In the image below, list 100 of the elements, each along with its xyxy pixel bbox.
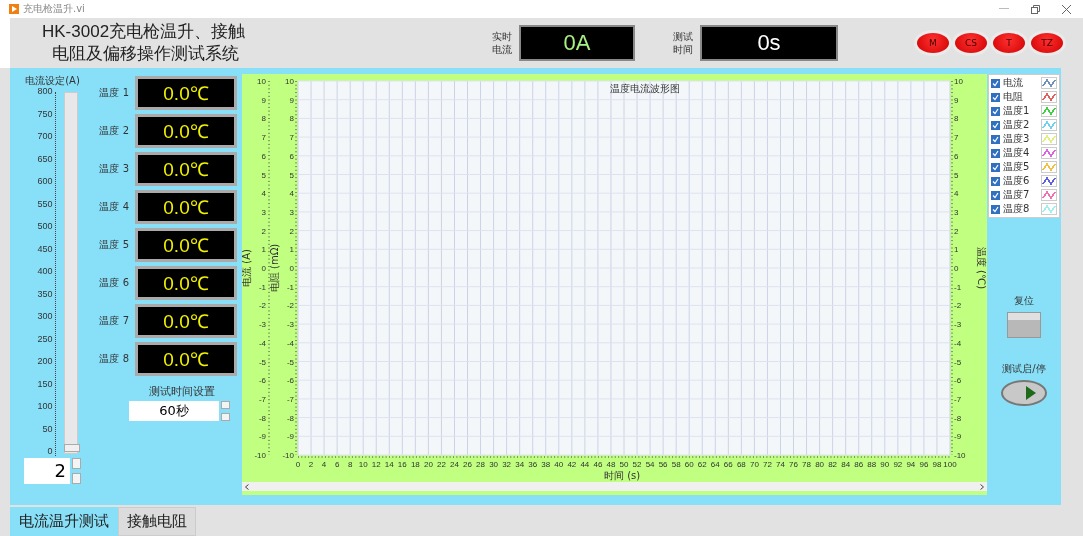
scale-label: 100 [37,401,53,411]
legend-label: 温度3 [1003,132,1031,146]
legend-checkbox[interactable] [991,162,1000,172]
start-stop-button[interactable] [1001,380,1047,406]
tick-label: -2 [954,301,962,311]
tick-label: -6 [954,376,962,386]
tick-label: -8 [954,413,962,423]
tick-label: 20 [423,460,433,469]
legend-label: 电阻 [1003,90,1024,104]
tick-label: 9 [289,95,294,105]
scale-label: 550 [37,198,53,209]
legend-checkbox[interactable] [991,92,1000,102]
tick-label: 1 [289,245,294,255]
temperature-display: 0.0℃ [135,228,237,262]
tick-label: 9 [954,95,959,105]
time-setting-label: 测试时间设置 [149,384,216,399]
tick-label: 38 [541,460,551,469]
tick-label: 4 [289,189,294,199]
tick-label: 3 [954,207,959,217]
button-label: 复位 [1014,294,1034,308]
temperature-display: 0.0℃ [135,190,237,224]
legend-checkbox[interactable] [991,204,1000,214]
scale-label: 0 [47,446,53,456]
led-indicator[interactable]: T [993,33,1025,53]
tick-label: 54 [645,460,655,469]
tick-label: 6 [954,151,959,161]
slider-label: 电流设定(A) [25,74,80,88]
legend-checkbox[interactable] [991,176,1000,186]
tick-label: 7 [954,133,959,143]
temperature-display: 0.0℃ [135,76,237,110]
tick-label: 1 [261,245,266,255]
tick-label: -5 [258,357,266,367]
tick-label: 42 [567,460,577,469]
legend-checkbox[interactable] [991,148,1000,158]
temperature-label: 温度 2 [98,124,129,138]
tick-label: 14 [384,460,394,469]
legend-label: 温度4 [1003,146,1031,160]
temperature-label: 温度 8 [98,352,129,366]
legend-checkbox[interactable] [991,78,1000,88]
window-title: 充电枪温升.vi [23,2,85,16]
legend-checkbox[interactable] [991,120,1000,130]
temperature-label: 温度 5 [98,238,129,252]
scale-label: 150 [37,378,53,389]
tab[interactable]: 接触电阻 [118,507,196,536]
tick-label: -7 [286,394,294,404]
temperature-display: 0.0℃ [135,266,237,300]
tick-label: 9 [261,95,266,105]
app-icon [9,4,19,14]
legend-checkbox[interactable] [991,190,1000,200]
scale-label: 800 [37,86,53,96]
led-indicator[interactable]: TZ [1031,33,1063,53]
led-indicator[interactable]: CS [955,33,987,53]
scale-label: 750 [37,108,53,119]
tick-label: 96 [919,460,929,469]
legend-checkbox[interactable] [991,134,1000,144]
tick-label: 92 [893,460,903,469]
temperature-display: 0.0℃ [135,342,237,376]
close-icon[interactable] [1062,4,1071,14]
tick-label: 0 [289,264,294,273]
scroll-left-icon[interactable] [245,483,249,490]
led-indicator[interactable]: M [917,33,949,53]
tick-label: 32 [502,460,512,469]
tick-label: 22 [437,460,446,469]
temperature-label: 温度 7 [98,314,129,328]
tick-label: -9 [286,432,294,442]
legend-checkbox[interactable] [991,106,1000,116]
slider-track[interactable] [63,92,78,454]
tick-label: 46 [593,460,603,469]
tick-label: 2 [289,226,294,236]
tick-label: -7 [954,394,962,404]
restore-icon[interactable] [1031,4,1040,14]
tick-label: 6 [289,151,294,161]
scale-label: 350 [37,288,53,299]
tick-label: -2 [258,301,266,311]
tab[interactable]: 电流温升测试 [10,507,118,536]
tick-label: 90 [880,460,890,469]
legend-label: 温度7 [1003,188,1031,202]
slider-thumb[interactable] [63,444,80,453]
app-title: HK-3002充电枪温升、接触 [42,21,247,43]
tick-label: -9 [258,432,266,442]
tick-label: 0 [261,264,266,273]
tick-label: 80 [815,460,825,469]
tick-label: 52 [632,460,642,469]
scale-label: 600 [37,176,53,186]
tick-label: 7 [289,133,294,143]
scale-label: 50 [42,423,53,434]
tick-label: -1 [954,282,962,292]
tick-label: 12 [371,460,381,469]
legend-label: 温度5 [1003,160,1031,174]
temperature-display: 0.0℃ [135,152,237,186]
app-title: 电阻及偏移操作测试系统 [51,43,240,65]
tick-label: -3 [286,320,294,330]
tick-label: -6 [258,376,266,386]
scroll-right-icon[interactable] [980,483,984,490]
horizontal-scrollbar[interactable] [242,482,987,491]
tick-label: 64 [710,460,720,469]
number-field[interactable]: 2 [24,458,70,484]
tick-label: 78 [802,460,811,469]
time-setting-field[interactable]: 60秒 [129,401,219,421]
tick-label: -6 [286,376,294,386]
